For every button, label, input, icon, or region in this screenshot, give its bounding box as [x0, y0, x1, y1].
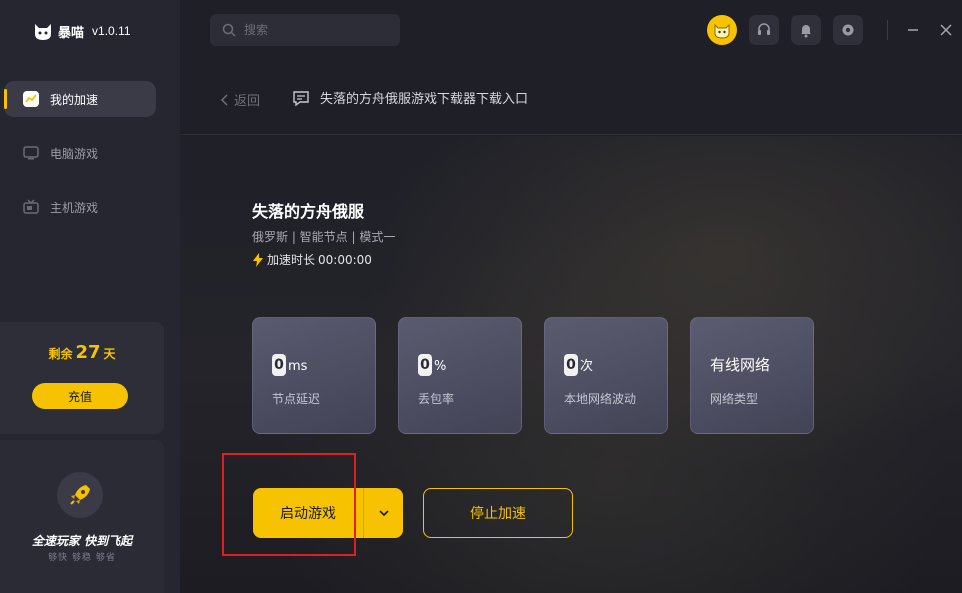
stat-value: 0 — [418, 354, 432, 376]
sidebar-item-label: 主机游戏 — [50, 200, 99, 215]
promo-card[interactable]: 全速玩家 快到飞起 够快 够稳 够省 — [0, 440, 164, 593]
minimize-button[interactable] — [901, 18, 925, 42]
stat-value: 有线网络 — [710, 356, 771, 374]
back-label: 返回 — [234, 94, 261, 109]
stat-value-group: 0 ms — [272, 354, 307, 376]
stat-card-network-type: 有线网络 网络类型 — [690, 317, 814, 434]
gear-icon — [842, 24, 854, 36]
cat-logo-icon — [35, 24, 51, 40]
sidebar-item-pc-games[interactable]: 电脑游戏 — [4, 135, 156, 171]
page-title-link[interactable]: 失落的方舟俄服游戏下载器下载入口 — [292, 88, 528, 107]
game-name: 失落的方舟俄服 — [252, 202, 365, 221]
rocket-icon — [57, 472, 103, 518]
promo-title: 全速玩家 快到飞起 — [31, 534, 133, 548]
days-value: 27 — [75, 342, 101, 363]
duration-value: 00:00:00 — [318, 252, 372, 267]
stat-card-packet-loss: 0 % 丢包率 — [398, 317, 522, 434]
app-version: v1.0.11 — [92, 24, 131, 38]
console-icon — [22, 198, 40, 216]
app-logo: 暴喵 v1.0.11 — [32, 20, 131, 42]
remaining-days: 剩余 27 天 — [0, 342, 164, 363]
chart-card-icon — [22, 90, 40, 108]
page-title: 失落的方舟俄服游戏下载器下载入口 — [320, 92, 529, 107]
stat-label: 网络类型 — [710, 392, 759, 406]
settings-button[interactable] — [833, 15, 863, 45]
stat-card-latency: 0 ms 节点延迟 — [252, 317, 376, 434]
avatar-cat-icon — [714, 23, 730, 39]
sidebar-item-label: 我的加速 — [50, 92, 99, 107]
search-icon — [222, 23, 236, 37]
search-input[interactable] — [244, 23, 384, 37]
duration-label: 加速时长 — [267, 253, 316, 267]
back-button[interactable]: 返回 — [220, 90, 260, 109]
app-name: 暴喵 — [58, 25, 85, 41]
minimize-icon — [908, 29, 918, 31]
promo-subtitle: 够快 够稳 够省 — [48, 553, 116, 563]
message-icon — [293, 90, 309, 106]
chevron-down-icon — [378, 510, 389, 517]
stat-label: 本地网络波动 — [564, 392, 637, 406]
avatar[interactable] — [707, 15, 737, 45]
sidebar-item-console-games[interactable]: 主机游戏 — [4, 189, 156, 225]
days-prefix: 剩余 — [48, 347, 73, 361]
lightning-icon — [253, 252, 263, 267]
game-meta: 俄罗斯 | 智能节点 | 模式一 — [252, 230, 396, 244]
notifications-button[interactable] — [791, 15, 821, 45]
stat-value-group: 0 % — [418, 354, 446, 376]
stat-label: 丢包率 — [418, 392, 455, 406]
chevron-left-icon — [220, 93, 228, 106]
customer-service-button[interactable] — [749, 15, 779, 45]
stat-value-group: 0 次 — [564, 354, 593, 376]
close-button[interactable] — [934, 18, 958, 42]
days-suffix: 天 — [103, 347, 116, 361]
boost-duration: 加速时长 00:00:00 — [252, 251, 372, 268]
monitor-icon — [22, 144, 40, 162]
recharge-button[interactable]: 充值 — [32, 383, 128, 409]
sidebar: 暴喵 v1.0.11 我的加速 电脑游戏 主机游戏 剩余 27 天 充值 全速玩… — [0, 0, 180, 593]
close-icon — [940, 24, 952, 36]
remaining-days-card: 剩余 27 天 充值 — [0, 322, 164, 434]
toolbar-divider — [887, 20, 888, 40]
stat-value: 0 — [564, 354, 578, 376]
stat-unit: % — [434, 359, 447, 374]
bell-icon — [801, 25, 811, 38]
stop-boost-button[interactable]: 停止加速 — [423, 488, 573, 538]
headset-icon — [758, 23, 770, 35]
sidebar-item-label: 电脑游戏 — [50, 146, 99, 161]
stat-card-network-fluctuation: 0 次 本地网络波动 — [544, 317, 668, 434]
sidebar-item-my-boost[interactable]: 我的加速 — [4, 81, 156, 117]
search-box[interactable] — [210, 14, 400, 46]
stat-unit: 次 — [580, 359, 594, 374]
stat-unit: ms — [288, 359, 308, 374]
start-options-dropdown[interactable] — [364, 488, 403, 538]
annotation-highlight-box — [222, 453, 356, 556]
stat-value: 0 — [272, 354, 286, 376]
header-divider — [180, 134, 962, 135]
stat-label: 节点延迟 — [272, 392, 321, 406]
